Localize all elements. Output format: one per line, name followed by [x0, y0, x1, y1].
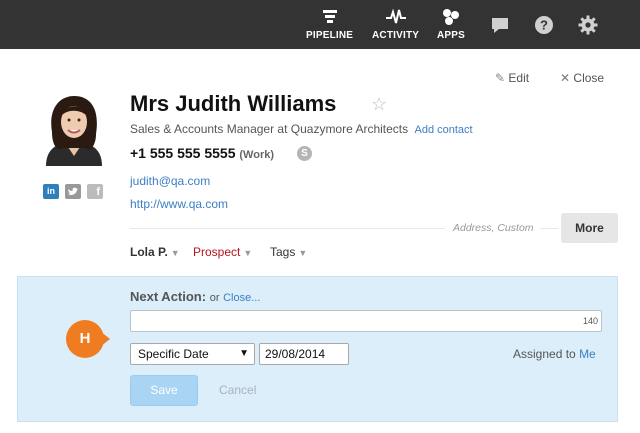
twitter-icon[interactable] [65, 184, 81, 199]
nav-apps-label: APPS [437, 30, 466, 41]
next-action-label: Next Action: [130, 289, 207, 304]
date-input[interactable]: 29/08/2014 [259, 343, 349, 365]
edit-label: Edit [508, 71, 530, 85]
chevron-down-icon: ▼ [170, 248, 180, 258]
assigned-to: Assigned to Me [513, 347, 596, 361]
status-dropdown[interactable]: Prospect ▼ [193, 245, 252, 259]
close-icon: ✕ [560, 71, 571, 85]
owner-dropdown[interactable]: Lola P. ▼ [130, 245, 180, 259]
skype-icon[interactable]: S [297, 146, 312, 161]
badge-h: H [66, 320, 104, 358]
nav-apps[interactable]: APPS [437, 8, 465, 41]
phone-value: +1 555 555 5555 [130, 145, 236, 161]
close-label: Close [573, 71, 605, 85]
top-navigation-bar: PIPELINE ACTIVITY APPS ? [0, 0, 640, 49]
nav-activity-label: ACTIVITY [372, 30, 420, 41]
status-label: Prospect [193, 245, 241, 259]
next-action-close-link[interactable]: Close... [223, 292, 260, 304]
save-button[interactable]: Save [130, 375, 198, 406]
chevron-down-icon: ▼ [243, 248, 253, 258]
contact-name: Mrs Judith Williams [130, 91, 337, 116]
svg-text:?: ? [540, 18, 548, 33]
phone-type: (Work) [239, 149, 275, 161]
website-link[interactable]: http://www.qa.com [130, 197, 228, 211]
nav-activity[interactable]: ACTIVITY [372, 8, 419, 41]
cancel-button[interactable]: Cancel [219, 383, 256, 397]
tags-label: Tags [270, 245, 296, 259]
next-action-heading: Next Action: or Close... [130, 289, 260, 304]
more-button[interactable]: More [561, 213, 618, 243]
date-type-select[interactable]: Specific Date ▼ [130, 343, 255, 365]
edit-button[interactable]: ✎ Edit [495, 71, 529, 85]
star-icon[interactable]: ☆ [371, 94, 387, 115]
email-link[interactable]: judith@qa.com [130, 174, 210, 188]
date-type-value: Specific Date [138, 347, 209, 361]
linkedin-icon[interactable]: in [43, 184, 59, 199]
nav-pipeline[interactable]: PIPELINE [306, 8, 353, 41]
owner-label: Lola P. [130, 245, 168, 259]
pencil-icon: ✎ [495, 71, 506, 85]
job-title: Sales & Accounts Manager at Quazymore Ar… [130, 122, 473, 136]
close-button[interactable]: ✕ Close [560, 71, 604, 85]
select-arrow-icon: ▼ [239, 348, 249, 359]
phone-number: +1 555 555 5555 (Work) [130, 145, 274, 161]
apps-icon [443, 9, 460, 25]
assigned-label: Assigned to [513, 347, 576, 361]
next-action-or: or [209, 292, 220, 304]
gear-icon[interactable] [577, 14, 599, 36]
next-action-input[interactable] [130, 310, 602, 332]
assignee-link[interactable]: Me [579, 347, 596, 361]
activity-icon [385, 8, 406, 24]
chat-icon[interactable] [489, 14, 511, 36]
pipeline-icon [322, 10, 337, 23]
avatar [36, 92, 112, 166]
facebook-icon[interactable]: f [87, 184, 103, 199]
char-counter: 140 [582, 316, 598, 326]
chevron-down-icon: ▼ [298, 248, 308, 258]
job-title-text: Sales & Accounts Manager at Quazymore Ar… [130, 122, 409, 136]
extra-fields-hint[interactable]: Address, Custom [445, 222, 540, 234]
nav-pipeline-label: PIPELINE [306, 30, 354, 41]
add-contact-link[interactable]: Add contact [414, 124, 472, 136]
help-icon[interactable]: ? [533, 14, 555, 36]
tags-dropdown[interactable]: Tags ▼ [270, 245, 307, 259]
badge-pointer [100, 331, 110, 347]
